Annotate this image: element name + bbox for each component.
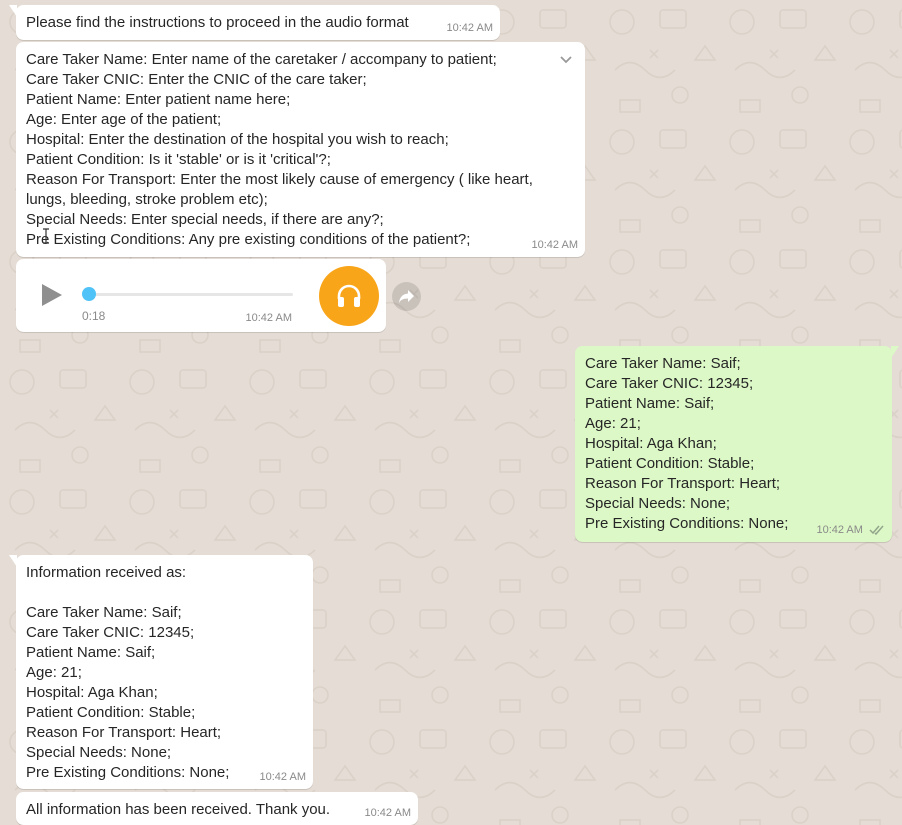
audio-message[interactable]: 0:18 10:42 AM: [16, 259, 386, 332]
message-text: Care Taker Name: Saif; Care Taker CNIC: …: [585, 355, 789, 532]
text-cursor-icon: [43, 228, 49, 244]
message-time: 10:42 AM: [245, 312, 292, 324]
headphones-icon: [319, 266, 379, 326]
message-bubble-incoming[interactable]: Care Taker Name: Enter name of the caret…: [16, 42, 585, 257]
bubble-tail: [9, 5, 17, 17]
message-bubble-incoming[interactable]: All information has been received. Thank…: [16, 792, 418, 825]
message-time: 10:42 AM: [446, 22, 493, 34]
message-text: Care Taker Name: Enter name of the caret…: [26, 51, 533, 248]
audio-progress-track[interactable]: [88, 293, 293, 296]
message-time: 10:42 AM: [531, 239, 578, 251]
double-check-icon: [869, 525, 884, 535]
message-time: 10:42 AM: [364, 807, 411, 819]
bubble-tail: [891, 346, 899, 358]
message-text: All information has been received. Thank…: [26, 801, 331, 818]
play-icon[interactable]: [38, 281, 64, 309]
message-bubble-incoming[interactable]: Information received as: Care Taker Name…: [9, 555, 313, 789]
message-bubble-outgoing[interactable]: Care Taker Name: Saif; Care Taker CNIC: …: [575, 346, 899, 542]
chevron-down-icon[interactable]: [557, 50, 575, 68]
message-text: Please find the instructions to proceed …: [26, 14, 409, 31]
message-text: Information received as: Care Taker Name…: [26, 564, 230, 781]
message-status: 10:42 AM: [816, 523, 885, 538]
audio-duration: 0:18: [82, 309, 106, 323]
message-time: 10:42 AM: [816, 524, 863, 536]
audio-progress-handle[interactable]: [82, 287, 96, 301]
forward-icon[interactable]: [392, 282, 421, 311]
message-time: 10:42 AM: [259, 771, 306, 783]
bubble-tail: [9, 555, 17, 567]
message-bubble-incoming[interactable]: Please find the instructions to proceed …: [9, 5, 500, 40]
